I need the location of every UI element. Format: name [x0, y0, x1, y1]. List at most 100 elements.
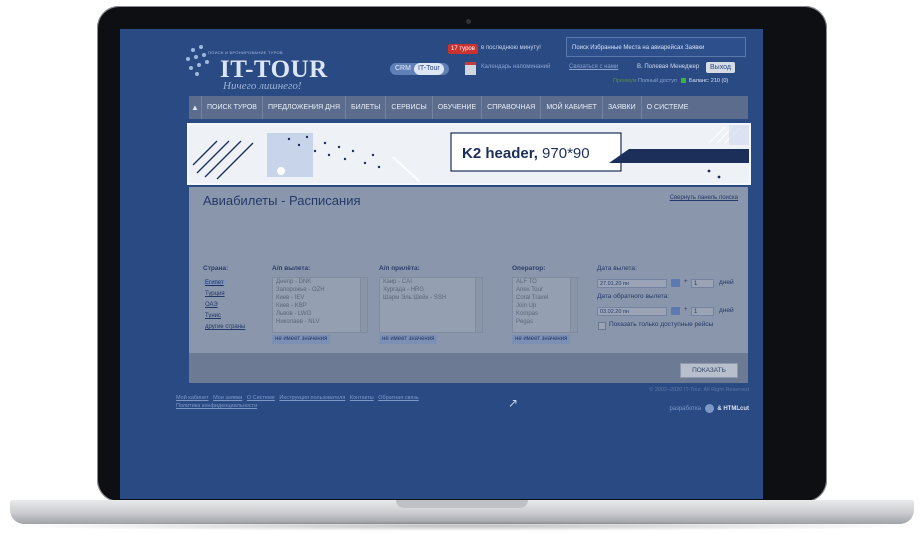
nav-item-deals[interactable]: ПРЕДЛОЖЕНИЯ ДНЯ [261, 96, 345, 119]
search-panel: Авиабилеты - Расписания Свернуть панель … [189, 187, 748, 383]
nav-item-tour-search[interactable]: ПОИСК ТУРОВ [201, 96, 262, 119]
dev-logo-icon [704, 404, 714, 413]
nav-item-help[interactable]: СПРАВОЧНАЯ [481, 96, 540, 119]
country-egypt[interactable]: Египет [203, 280, 226, 286]
departure-option[interactable]: Запорожье - OZH [273, 286, 367, 294]
operator-option[interactable]: Join Up [513, 302, 577, 310]
departure-list[interactable]: Днепр - DNK Запорожье - OZH Киев - IEV К… [272, 277, 368, 333]
arrival-list[interactable]: Каир - CAI Хургада - HRG Шарм Эль Шейх -… [379, 277, 483, 333]
operator-option[interactable]: Anex Tour [513, 286, 577, 294]
operator-no-value[interactable]: не имеет значения [512, 335, 571, 344]
nav-item-orders[interactable]: ЗАЯВКИ [601, 96, 641, 119]
screen: поиск и бронирование туров IT-TOUR Ничег… [120, 29, 763, 499]
account-status: Премиум Полный доступ Баланс: 210 (0) [613, 78, 728, 84]
departure-option[interactable]: Львов - LWO [273, 310, 367, 318]
user-name[interactable]: В. Полевая Менеджер [637, 64, 699, 70]
banner-title: K2 header, 970*90 [462, 145, 590, 162]
crm-label: CRM [395, 65, 411, 72]
arrival-option[interactable]: Каир - CAI [380, 278, 482, 286]
country-uae[interactable]: ОАЭ [205, 302, 218, 308]
operator-option[interactable]: ALF TO [513, 278, 577, 286]
contact-link[interactable]: Связаться с нами [569, 64, 618, 70]
show-button[interactable]: ПОКАЗАТЬ [680, 363, 738, 378]
only-available-label[interactable]: Показать только доступные рейсы [609, 321, 713, 328]
calendar-icon[interactable] [465, 62, 476, 75]
status-premium: Премиум [613, 78, 637, 84]
days-label: дней [719, 279, 734, 286]
crm-switch[interactable]: CRM IT-Tour [390, 63, 449, 75]
page-title: Авиабилеты - Расписания [203, 193, 361, 208]
dev-text: разработка [669, 406, 701, 413]
return-date-label: Дата обратного вылета: [597, 293, 670, 300]
departure-option[interactable]: Киев - KBP [273, 302, 367, 310]
slogan: Ничего лишнего! [223, 80, 302, 92]
return-days-select[interactable]: 1 [691, 307, 714, 316]
country-other[interactable]: другие страны [205, 324, 245, 330]
departure-label: А/п вылета: [272, 265, 311, 272]
footer-link[interactable]: Мой кабинет [176, 395, 209, 401]
footer-link[interactable]: Обратная связь [378, 395, 419, 401]
status-indicator-icon [680, 78, 686, 84]
main-nav: ▲ ПОИСК ТУРОВ ПРЕДЛОЖЕНИЯ ДНЯ БИЛЕТЫ СЕР… [189, 96, 748, 119]
footer-link[interactable]: О Системе [247, 395, 275, 401]
footer-link[interactable]: Политика конфиденциальности [176, 403, 257, 409]
country-label: Страна: [203, 265, 229, 272]
calendar-icon[interactable] [671, 307, 680, 315]
copyright: © 2002–2020 IT-Tour. All Right Reserved [649, 387, 749, 393]
nav-item-about[interactable]: О СИСТЕМЕ [640, 96, 694, 119]
scrollbar[interactable] [475, 278, 482, 332]
return-date-input[interactable]: 03.02.20 пн [597, 307, 667, 316]
crm-badge: IT-Tour [413, 63, 444, 75]
footer-link[interactable]: Контакты [350, 395, 374, 401]
only-available-checkbox[interactable] [598, 322, 606, 330]
tagline: поиск и бронирование туров [208, 50, 283, 55]
plus-sign: + [684, 307, 688, 313]
banner-size: 970*90 [537, 145, 590, 162]
arrival-label: А/п прилёта: [379, 265, 420, 272]
operator-label: Оператор: [512, 265, 546, 272]
home-icon[interactable]: ▲ [189, 96, 201, 119]
nav-item-tickets[interactable]: БИЛЕТЫ [345, 96, 385, 119]
country-tunisia[interactable]: Тунис [205, 313, 221, 319]
country-turkey[interactable]: Турция [205, 291, 225, 297]
plus-sign: + [684, 279, 688, 285]
search-panel-body: Авиабилеты - Расписания Свернуть панель … [189, 187, 748, 353]
hot-tours-badge[interactable]: 17 туров [448, 44, 478, 54]
days-label: дней [719, 307, 734, 314]
collapse-search-link[interactable]: Свернуть панель поиска [670, 195, 738, 201]
arrival-no-value[interactable]: не имеет значения [379, 335, 438, 344]
operator-option[interactable]: Coral Travel [513, 294, 577, 302]
dev-brand[interactable]: & HTMLcut [717, 406, 749, 412]
operator-option[interactable]: Kompas [513, 310, 577, 318]
footer-links: Мой кабинет Мои заявки О Системе Инструк… [176, 394, 466, 410]
departure-date-label: Дата вылета: [597, 265, 637, 272]
developer-credit: разработка & HTMLcut [669, 404, 749, 413]
scrollbar[interactable] [360, 278, 367, 332]
departure-option[interactable]: Николаев - NLV [273, 318, 367, 326]
departure-no-value[interactable]: не имеет значения [272, 335, 331, 344]
footer-link[interactable]: Мои заявки [213, 395, 242, 401]
logout-button[interactable]: Выход [706, 62, 735, 73]
arrow-icon[interactable]: ↗ [508, 396, 518, 410]
scrollbar[interactable] [570, 278, 577, 332]
top-menu[interactable]: Поиск Избранные Места на авиарейсах Заяв… [566, 37, 746, 57]
ad-banner[interactable]: K2 header, 970*90 [187, 123, 751, 185]
operator-list[interactable]: ALF TO Anex Tour Coral Travel Join Up Ko… [512, 277, 578, 333]
nav-item-learning[interactable]: ОБУЧЕНИЕ [431, 96, 481, 119]
webcam [466, 19, 471, 24]
departure-days-select[interactable]: 1 [691, 279, 714, 288]
calendar-icon[interactable] [671, 279, 680, 287]
footer-link[interactable]: Инструкция пользователя [279, 395, 345, 401]
arrival-option[interactable]: Хургада - HRG [380, 286, 482, 294]
departure-date-input[interactable]: 27.01.20 пн [597, 279, 667, 288]
operator-option[interactable]: Pegas [513, 318, 577, 326]
arrival-option[interactable]: Шарм Эль Шейх - SSH [380, 294, 482, 302]
nav-item-services[interactable]: СЕРВИСЫ [385, 96, 431, 119]
hot-tours-text[interactable]: в последнюю минуту! [481, 45, 541, 51]
departure-option[interactable]: Днепр - DNK [273, 278, 367, 286]
nav-item-cabinet[interactable]: МОЙ КАБИНЕТ [540, 96, 602, 119]
calendar-link[interactable]: Календарь напоминаний [481, 64, 550, 70]
departure-option[interactable]: Киев - IEV [273, 294, 367, 302]
laptop-notch [396, 500, 528, 508]
balance: Баланс: 210 (0) [689, 78, 729, 84]
